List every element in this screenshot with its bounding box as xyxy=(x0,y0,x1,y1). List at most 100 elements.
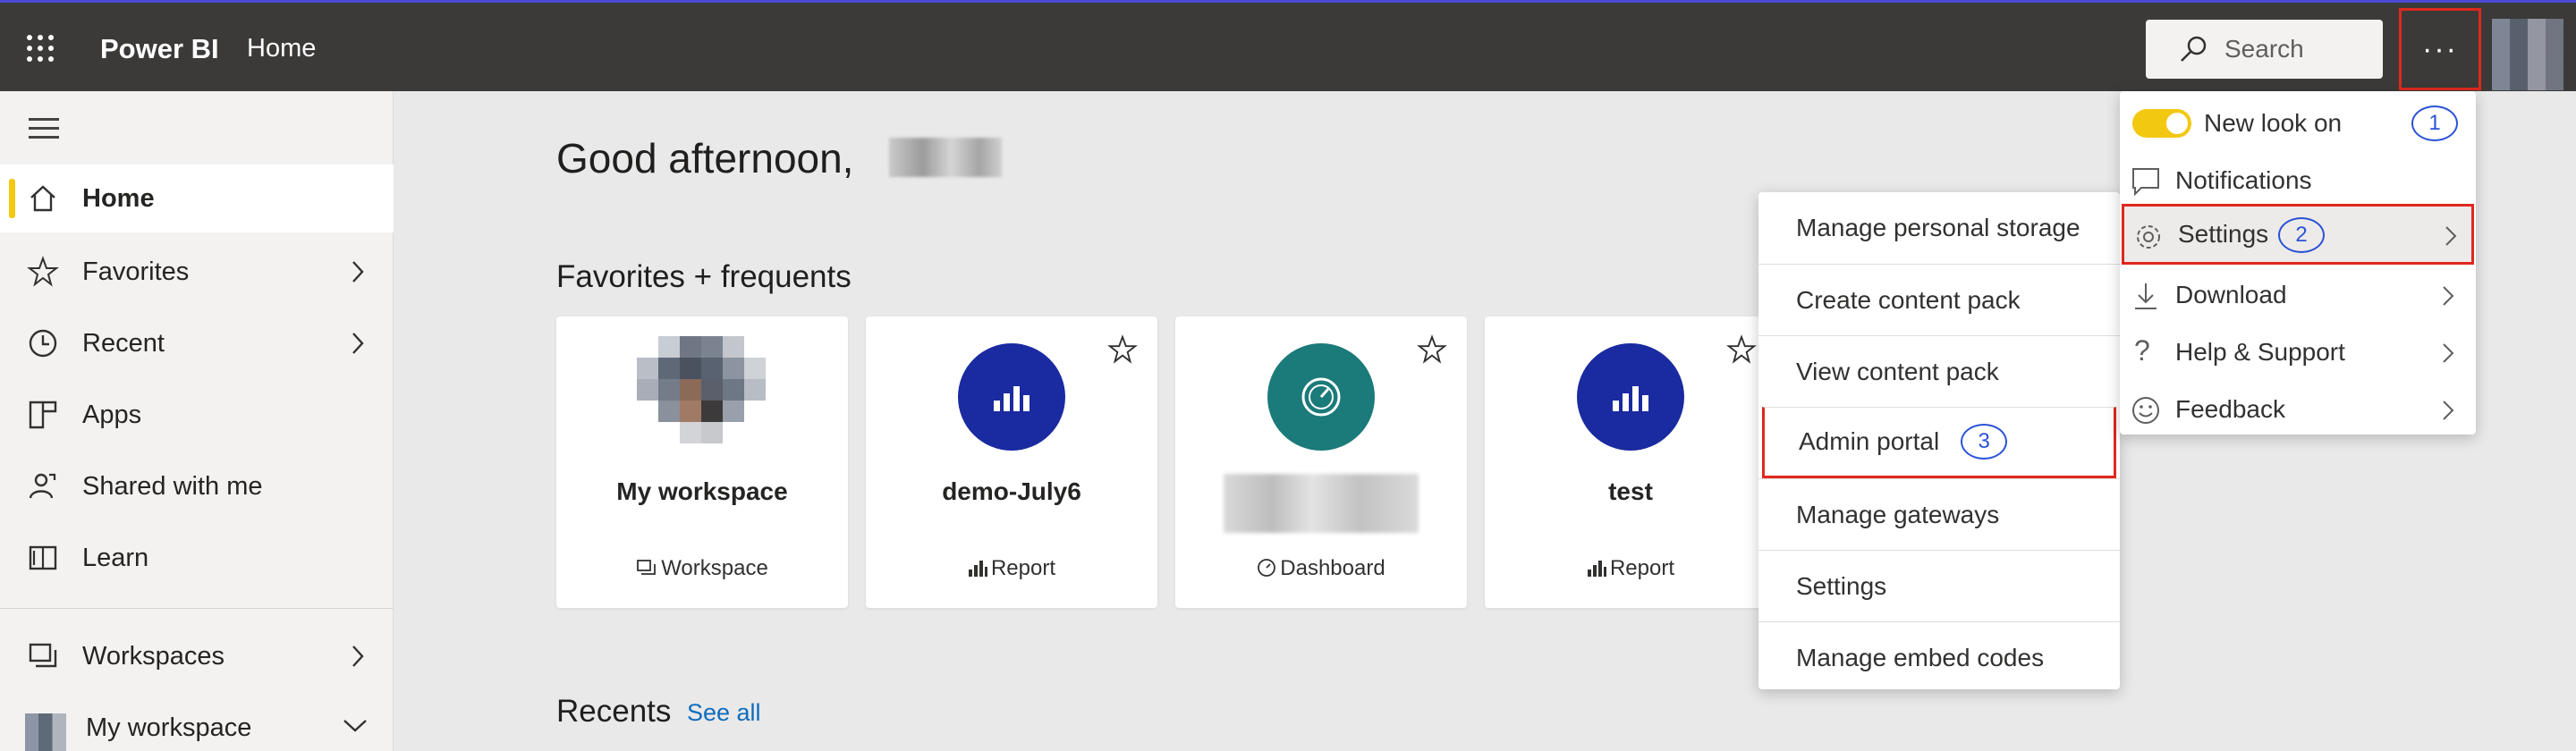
menu-item-manage-embed-codes[interactable]: Manage embed codes xyxy=(1758,621,2120,693)
comment-icon xyxy=(2132,168,2159,197)
step-badge: 1 xyxy=(2411,105,2458,141)
chevron-right-icon xyxy=(2443,401,2454,420)
workspace-avatar xyxy=(637,336,766,443)
favorites-section-title: Favorites + frequents xyxy=(556,259,852,294)
menu-item-label: Manage personal storage xyxy=(1796,214,2080,241)
chevron-right-icon xyxy=(2445,226,2457,246)
menu-item-label: Feedback xyxy=(2175,395,2285,423)
step-badge: 2 xyxy=(2278,217,2325,253)
card-type: Report xyxy=(1485,556,1776,581)
more-options-button[interactable]: ··· xyxy=(2399,8,2481,90)
sidebar-item-label: Recent xyxy=(82,328,165,358)
recents-section-title: Recents xyxy=(556,694,672,729)
card-title: My workspace xyxy=(616,477,788,505)
menu-item-label: Help & Support xyxy=(2175,338,2345,366)
gear-icon xyxy=(2137,225,2160,249)
menu-item-label: Manage embed codes xyxy=(1796,643,2045,671)
card-title: demo-July6 xyxy=(942,477,1081,505)
menu-item-admin-portal[interactable]: Admin portal 3 xyxy=(1762,407,2116,478)
menu-item-feedback[interactable]: Feedback xyxy=(2120,381,2476,438)
redacted-user-name xyxy=(889,138,1002,177)
menu-item-label: Manage gateways xyxy=(1796,500,2000,528)
menu-item-create-content-pack[interactable]: Create content pack xyxy=(1758,264,2120,335)
account-avatar[interactable] xyxy=(2492,19,2563,90)
sidebar-item-apps[interactable]: Apps xyxy=(0,381,394,449)
menu-item-label: Notifications xyxy=(2175,166,2312,194)
report-small-icon xyxy=(1587,561,1606,577)
menu-item-label: Settings xyxy=(1796,571,1887,600)
workspace-icon xyxy=(637,560,657,575)
menu-item-label: Download xyxy=(2175,281,2287,308)
card-my-workspace[interactable]: My workspace Workspace xyxy=(556,316,848,608)
sidebar-item-label: Favorites xyxy=(82,257,190,286)
star-icon xyxy=(27,256,59,287)
sidebar-item-learn[interactable]: Learn xyxy=(0,524,394,592)
more-options-menu: New look on 1 Notifications Settings 2 D… xyxy=(2120,91,2476,435)
menu-item-manage-personal-storage[interactable]: Manage personal storage xyxy=(1758,192,2120,264)
book-icon xyxy=(29,545,57,570)
card-title: test xyxy=(1608,477,1653,505)
menu-item-manage-gateways[interactable]: Manage gateways xyxy=(1758,478,2120,550)
sidebar-item-label: Workspaces xyxy=(82,641,225,671)
sidebar-item-label: Learn xyxy=(82,543,149,572)
sidebar-item-workspaces[interactable]: Workspaces xyxy=(0,622,394,690)
dashboard-icon xyxy=(1267,343,1375,451)
dashboard-small-icon xyxy=(1258,559,1276,577)
report-icon xyxy=(1577,343,1684,451)
chevron-down-icon xyxy=(343,720,367,732)
star-icon[interactable] xyxy=(1417,334,1447,365)
sidebar-item-my-workspace[interactable]: My workspace xyxy=(0,694,394,751)
chevron-right-icon xyxy=(352,646,364,667)
chevron-right-icon xyxy=(352,333,364,354)
card-test[interactable]: test Report xyxy=(1485,316,1776,608)
menu-item-label: Settings xyxy=(2178,220,2269,248)
sidebar-item-label: Apps xyxy=(82,400,142,429)
chevron-right-icon xyxy=(2443,343,2454,363)
card-type-label: Dashboard xyxy=(1280,556,1385,580)
brand-title[interactable]: Power BI xyxy=(100,33,219,65)
smiley-icon xyxy=(2132,397,2159,424)
clock-icon xyxy=(29,329,57,358)
sidebar-item-recent[interactable]: Recent xyxy=(0,309,394,377)
sidebar-item-label: Shared with me xyxy=(82,471,263,501)
top-bar: Power BI Home Search ··· xyxy=(0,0,2576,91)
sidebar-divider xyxy=(0,608,394,609)
sidebar-item-home[interactable]: Home xyxy=(0,165,394,232)
menu-item-settings[interactable]: Settings 2 xyxy=(2122,204,2474,265)
card-type-label: Workspace xyxy=(661,556,768,580)
menu-item-label: Admin portal xyxy=(1799,427,1940,455)
home-icon xyxy=(30,185,55,212)
new-look-toggle[interactable] xyxy=(2132,109,2191,138)
see-all-link[interactable]: See all xyxy=(687,699,761,727)
card-type-label: Report xyxy=(1609,556,1675,580)
hamburger-menu-icon[interactable] xyxy=(29,118,59,145)
sidebar-item-shared[interactable]: Shared with me xyxy=(0,452,394,520)
menu-item-new-look[interactable]: New look on 1 xyxy=(2120,95,2476,152)
workspaces-icon xyxy=(29,643,57,668)
app-launcher-icon[interactable] xyxy=(27,35,54,62)
card-demo-july6[interactable]: demo-July6 Report xyxy=(866,316,1157,608)
search-icon xyxy=(2181,36,2207,62)
menu-item-view-content-pack[interactable]: View content pack xyxy=(1758,335,2120,407)
greeting: Good afternoon, xyxy=(556,135,854,181)
search-box[interactable]: Search xyxy=(2146,20,2383,79)
chevron-right-icon xyxy=(2443,286,2454,306)
menu-item-help-support[interactable]: ? Help & Support xyxy=(2120,324,2476,381)
card-type-label: Report xyxy=(990,556,1056,580)
menu-item-label: New look on xyxy=(2204,109,2343,137)
star-icon[interactable] xyxy=(1726,334,1757,365)
sidebar: Home Favorites Recent Apps Shared with m… xyxy=(0,91,394,751)
chevron-right-icon xyxy=(352,261,364,283)
card-type: Report xyxy=(866,556,1157,581)
menu-item-download[interactable]: Download xyxy=(2120,266,2476,324)
card-dashboard[interactable]: Dashboard xyxy=(1175,316,1467,608)
menu-item-notifications[interactable]: Notifications xyxy=(2120,152,2476,209)
star-icon[interactable] xyxy=(1107,334,1138,365)
menu-item-label: View content pack xyxy=(1796,357,1999,385)
redacted-title xyxy=(1224,474,1419,533)
breadcrumb[interactable]: Home xyxy=(247,34,316,63)
report-icon xyxy=(958,343,1065,451)
menu-item-settings[interactable]: Settings xyxy=(1758,550,2120,621)
sidebar-item-favorites[interactable]: Favorites xyxy=(0,238,394,306)
settings-submenu: Manage personal storage Create content p… xyxy=(1758,192,2120,689)
